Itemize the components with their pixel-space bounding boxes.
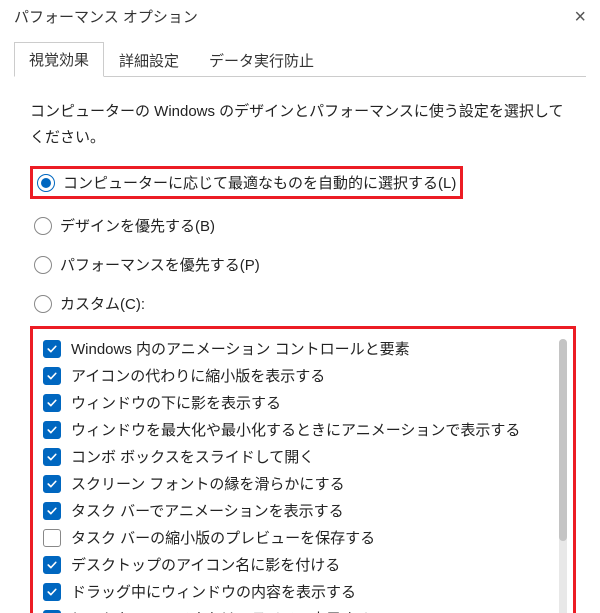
effects-box: Windows 内のアニメーション コントロールと要素アイコンの代わりに縮小版を… bbox=[30, 326, 576, 613]
effect-row[interactable]: ウィンドウの下に影を表示する bbox=[35, 389, 571, 416]
scrollbar-thumb[interactable] bbox=[559, 339, 567, 541]
effect-label: スクリーン フォントの縁を滑らかにする bbox=[71, 473, 345, 494]
effect-row[interactable]: デスクトップのアイコン名に影を付ける bbox=[35, 551, 571, 578]
radio-custom[interactable]: カスタム(C): bbox=[30, 287, 576, 320]
checkbox-icon[interactable] bbox=[43, 340, 61, 358]
effect-label: ドラッグ中にウィンドウの内容を表示する bbox=[71, 581, 356, 602]
effect-row[interactable]: コンボ ボックスをスライドして開く bbox=[35, 443, 571, 470]
tab-label: 視覚効果 bbox=[29, 52, 89, 69]
close-icon[interactable]: × bbox=[574, 7, 586, 27]
effect-label: アイコンの代わりに縮小版を表示する bbox=[71, 365, 325, 386]
titlebar: パフォーマンス オプション × bbox=[0, 0, 600, 31]
checkbox-icon[interactable] bbox=[43, 556, 61, 574]
effect-row[interactable]: ウィンドウを最大化や最小化するときにアニメーションで表示する bbox=[35, 416, 571, 443]
checkbox-icon[interactable] bbox=[43, 448, 61, 466]
effect-row[interactable]: スクリーン フォントの縁を滑らかにする bbox=[35, 470, 571, 497]
radio-icon bbox=[34, 295, 52, 313]
effect-label: Windows 内のアニメーション コントロールと要素 bbox=[71, 338, 410, 359]
effect-row[interactable]: タスク バーでアニメーションを表示する bbox=[35, 497, 571, 524]
checkbox-icon[interactable] bbox=[43, 610, 61, 613]
effect-label: ウィンドウの下に影を表示する bbox=[71, 392, 281, 413]
checkbox-icon[interactable] bbox=[43, 394, 61, 412]
effect-label: タスク バーの縮小版のプレビューを保存する bbox=[71, 527, 375, 548]
effect-label: ヒントをフェードまたはスライドで表示する bbox=[71, 608, 371, 613]
checkbox-icon[interactable] bbox=[43, 367, 61, 385]
window-title: パフォーマンス オプション bbox=[14, 6, 198, 27]
radio-label: カスタム(C): bbox=[60, 293, 145, 314]
checkbox-icon[interactable] bbox=[43, 475, 61, 493]
tab-visual-effects[interactable]: 視覚効果 bbox=[14, 42, 104, 77]
effect-label: タスク バーでアニメーションを表示する bbox=[71, 500, 344, 521]
radio-auto-select[interactable]: コンピューターに応じて最適なものを自動的に選択する(L) bbox=[30, 166, 463, 199]
effect-row[interactable]: ヒントをフェードまたはスライドで表示する bbox=[35, 605, 571, 613]
tab-label: データ実行防止 bbox=[209, 53, 314, 70]
tab-advanced[interactable]: 詳細設定 bbox=[104, 43, 194, 77]
effect-label: ウィンドウを最大化や最小化するときにアニメーションで表示する bbox=[71, 419, 520, 440]
tab-label: 詳細設定 bbox=[119, 53, 179, 70]
effect-label: デスクトップのアイコン名に影を付ける bbox=[71, 554, 340, 575]
radio-icon bbox=[34, 217, 52, 235]
radio-best-performance[interactable]: パフォーマンスを優先する(P) bbox=[30, 248, 576, 281]
radio-best-appearance[interactable]: デザインを優先する(B) bbox=[30, 209, 576, 242]
radio-label: コンピューターに応じて最適なものを自動的に選択する(L) bbox=[63, 172, 456, 193]
tabstrip: 視覚効果 詳細設定 データ実行防止 bbox=[14, 41, 586, 77]
checkbox-icon[interactable] bbox=[43, 502, 61, 520]
radio-label: デザインを優先する(B) bbox=[60, 215, 215, 236]
radio-icon bbox=[37, 174, 55, 192]
tab-content: コンピューターの Windows のデザインとパフォーマンスに使う設定を選択して… bbox=[0, 77, 600, 613]
effect-row[interactable]: アイコンの代わりに縮小版を表示する bbox=[35, 362, 571, 389]
effect-row[interactable]: Windows 内のアニメーション コントロールと要素 bbox=[35, 335, 571, 362]
scrollbar[interactable] bbox=[559, 339, 567, 613]
checkbox-icon[interactable] bbox=[43, 529, 61, 547]
checkbox-icon[interactable] bbox=[43, 421, 61, 439]
instruction-text: コンピューターの Windows のデザインとパフォーマンスに使う設定を選択して… bbox=[30, 99, 576, 150]
radio-icon bbox=[34, 256, 52, 274]
effect-label: コンボ ボックスをスライドして開く bbox=[71, 446, 314, 467]
checkbox-icon[interactable] bbox=[43, 583, 61, 601]
radio-label: パフォーマンスを優先する(P) bbox=[60, 254, 260, 275]
effects-list: Windows 内のアニメーション コントロールと要素アイコンの代わりに縮小版を… bbox=[35, 335, 571, 613]
tab-dep[interactable]: データ実行防止 bbox=[194, 43, 329, 77]
effect-row[interactable]: ドラッグ中にウィンドウの内容を表示する bbox=[35, 578, 571, 605]
effect-row[interactable]: タスク バーの縮小版のプレビューを保存する bbox=[35, 524, 571, 551]
